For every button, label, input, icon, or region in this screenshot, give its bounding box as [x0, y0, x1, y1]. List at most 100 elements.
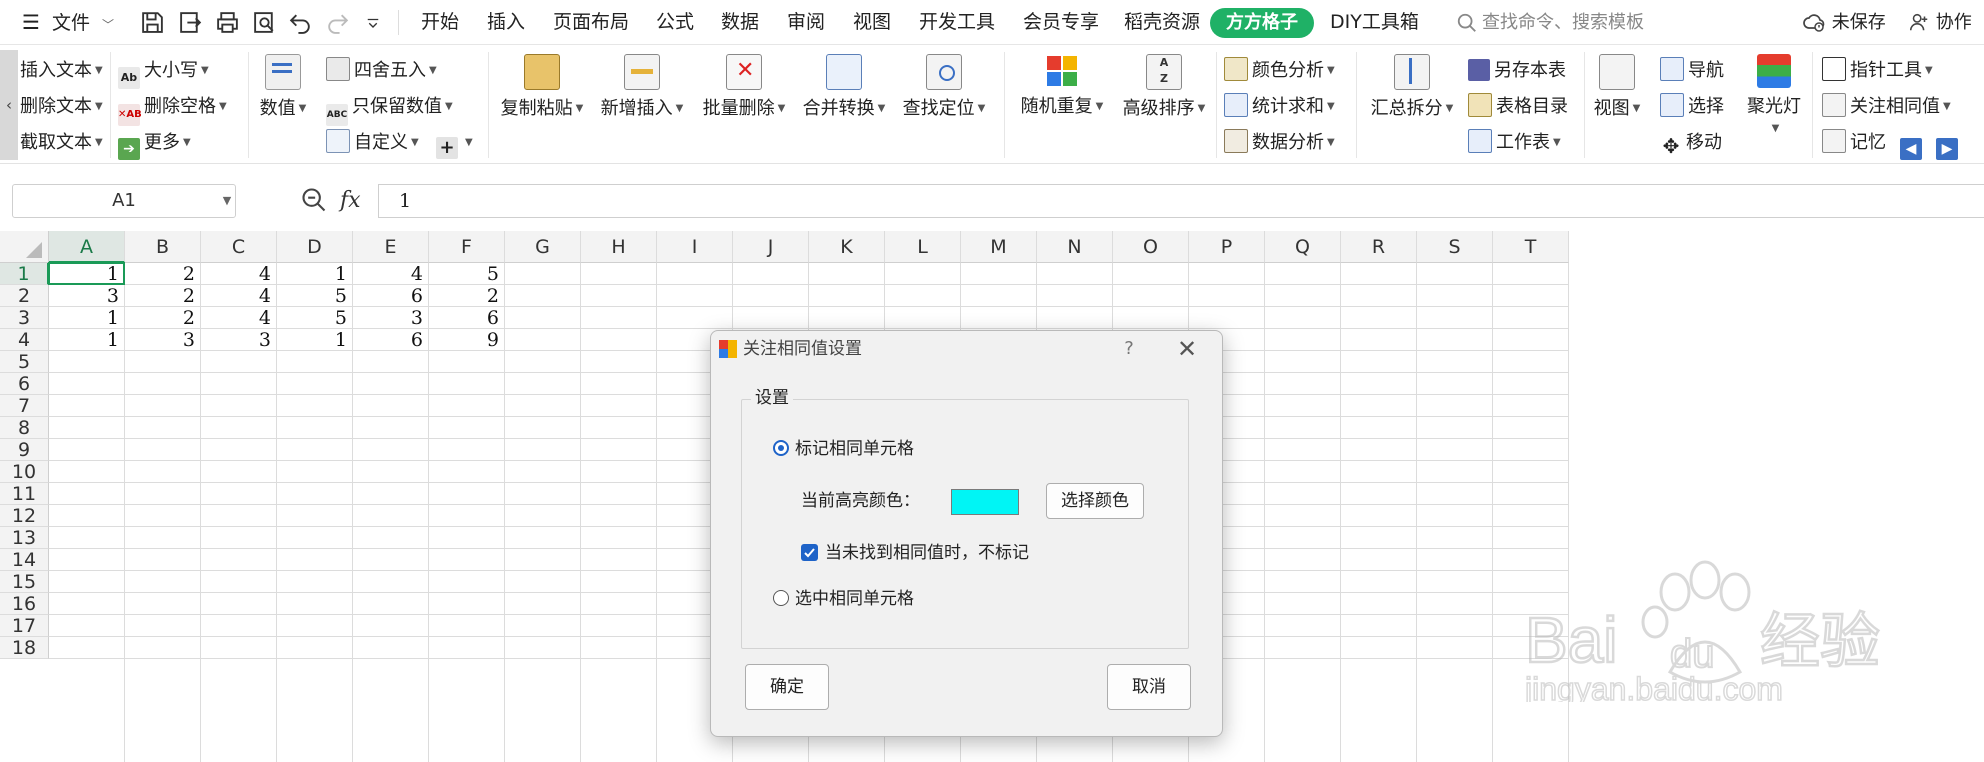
cell-D3[interactable]: 5 [277, 307, 353, 329]
find-locate-button[interactable]: 查找定位 ▼ [900, 54, 988, 120]
zoom-icon[interactable] [300, 186, 328, 214]
color-analysis-button[interactable]: 颜色分析 ▼ [1224, 56, 1335, 86]
row-header-15[interactable]: 15 [0, 571, 49, 593]
tab-home[interactable]: 开始 [421, 0, 459, 45]
tab-data[interactable]: 数据 [721, 0, 759, 45]
add-button[interactable]: + ▼ [436, 128, 473, 159]
tab-formulas[interactable]: 公式 [656, 0, 694, 45]
memory-button[interactable]: 记忆 [1822, 128, 1886, 158]
name-box[interactable]: A1 [12, 184, 236, 218]
cancel-button[interactable]: 取消 [1107, 664, 1191, 710]
fx-icon[interactable]: fx [340, 184, 361, 218]
tab-view[interactable]: 视图 [853, 0, 891, 45]
cell-D1[interactable]: 1 [277, 263, 353, 285]
tab-ffcell[interactable]: 方方格子 [1210, 8, 1314, 38]
cell-F1[interactable]: 5 [429, 263, 505, 285]
name-box-dropdown-icon[interactable]: ▼ [218, 184, 236, 218]
column-header-T[interactable]: T [1493, 231, 1569, 263]
select-button[interactable]: 选择 [1660, 92, 1724, 122]
save-icon[interactable] [140, 10, 165, 35]
row-header-7[interactable]: 7 [0, 395, 49, 417]
row-header-16[interactable]: 16 [0, 593, 49, 615]
tab-review[interactable]: 审阅 [787, 0, 825, 45]
tab-docer[interactable]: 稻壳资源 [1124, 0, 1200, 45]
cell-E2[interactable]: 6 [353, 285, 429, 307]
command-search[interactable]: 查找命令、搜索模板 [1456, 0, 1644, 45]
column-header-K[interactable]: K [809, 231, 885, 263]
column-header-P[interactable]: P [1189, 231, 1265, 263]
column-header-H[interactable]: H [581, 231, 657, 263]
column-header-D[interactable]: D [277, 231, 353, 263]
advanced-sort-button[interactable]: A Z 高级排序 ▼ [1120, 54, 1208, 120]
cell-B1[interactable]: 2 [125, 263, 201, 285]
cell-A2[interactable]: 3 [49, 285, 125, 307]
cell-A4[interactable]: 1 [49, 329, 125, 351]
column-header-G[interactable]: G [505, 231, 581, 263]
cell-D4[interactable]: 1 [277, 329, 353, 351]
tab-insert[interactable]: 插入 [487, 0, 525, 45]
sum-stats-button[interactable]: 统计求和 ▼ [1224, 92, 1335, 122]
column-header-I[interactable]: I [657, 231, 733, 263]
undo-icon[interactable] [288, 10, 313, 35]
spotlight-button[interactable]: 聚光灯 ▼ [1744, 54, 1804, 139]
print-icon[interactable] [215, 10, 240, 35]
collab-button[interactable]: 协作 [1908, 0, 1972, 45]
tab-page-layout[interactable]: 页面布局 [553, 0, 629, 45]
row-header-3[interactable]: 3 [0, 307, 49, 329]
row-header-11[interactable]: 11 [0, 483, 49, 505]
random-repeat-button[interactable]: 随机重复 ▼ [1018, 54, 1106, 118]
navigation-button[interactable]: 导航 [1660, 56, 1724, 86]
pointer-tool-button[interactable]: 指针工具 ▼ [1822, 56, 1933, 86]
move-button[interactable]: ✥ 移动 [1660, 128, 1722, 158]
row-header-6[interactable]: 6 [0, 373, 49, 395]
choose-color-button[interactable]: 选择颜色 [1046, 483, 1144, 519]
cell-F4[interactable]: 9 [429, 329, 505, 351]
row-header-2[interactable]: 2 [0, 285, 49, 307]
worksheet-button[interactable]: 工作表 ▼ [1468, 128, 1561, 158]
save-sheet-as-button[interactable]: 另存本表 [1468, 56, 1566, 86]
radio-select-same-cells[interactable]: 选中相同单元格 [773, 587, 973, 611]
row-header-12[interactable]: 12 [0, 505, 49, 527]
remove-spaces-button[interactable]: ✕AB 删除空格 ▼ [118, 92, 227, 126]
extract-text-button[interactable]: 截取文本 ▼ [20, 128, 103, 158]
watch-same-value-button[interactable]: 关注相同值 ▼ [1822, 92, 1951, 122]
tab-member[interactable]: 会员专享 [1023, 0, 1099, 45]
round-button[interactable]: 四舍五入 ▼ [326, 56, 437, 86]
insert-text-button[interactable]: 插入文本 ▼ [20, 56, 103, 86]
case-button[interactable]: Ab 大小写 ▼ [118, 56, 209, 89]
quick-access-dropdown-icon[interactable] [364, 10, 382, 35]
help-icon[interactable]: ? [1111, 331, 1147, 367]
column-header-J[interactable]: J [733, 231, 809, 263]
batch-delete-button[interactable]: ✕ 批量删除 ▼ [700, 54, 788, 120]
forward-button[interactable]: ▶ [1936, 128, 1960, 160]
column-header-A[interactable]: A [49, 231, 125, 263]
cell-E4[interactable]: 6 [353, 329, 429, 351]
ribbon-scroll-left-icon[interactable]: ‹ [0, 50, 18, 160]
keep-values-button[interactable]: ABC 只保留数值 ▼ [326, 92, 453, 126]
close-icon[interactable]: ✕ [1167, 331, 1207, 367]
sheet-toc-button[interactable]: 表格目录 [1468, 92, 1568, 122]
file-menu[interactable]: ☰ 文件 ﹀ [22, 0, 114, 45]
row-header-9[interactable]: 9 [0, 439, 49, 461]
cell-F3[interactable]: 6 [429, 307, 505, 329]
column-header-O[interactable]: O [1113, 231, 1189, 263]
column-header-Q[interactable]: Q [1265, 231, 1341, 263]
column-header-S[interactable]: S [1417, 231, 1493, 263]
cell-B4[interactable]: 3 [125, 329, 201, 351]
print-preview-icon[interactable] [252, 10, 277, 35]
cell-F2[interactable]: 2 [429, 285, 505, 307]
cell-B2[interactable]: 2 [125, 285, 201, 307]
column-header-E[interactable]: E [353, 231, 429, 263]
cell-E3[interactable]: 3 [353, 307, 429, 329]
tab-diy-toolbox[interactable]: DIY工具箱 [1330, 0, 1419, 45]
column-header-B[interactable]: B [125, 231, 201, 263]
column-header-N[interactable]: N [1037, 231, 1113, 263]
dialog-titlebar[interactable]: 关注相同值设置 ? ✕ [711, 331, 1222, 367]
ok-button[interactable]: 确定 [745, 664, 829, 710]
column-header-R[interactable]: R [1341, 231, 1417, 263]
more-button[interactable]: ➔ 更多 ▼ [118, 128, 191, 160]
cell-B3[interactable]: 2 [125, 307, 201, 329]
copy-paste-button[interactable]: 复制粘贴 ▼ [498, 54, 586, 120]
column-header-M[interactable]: M [961, 231, 1037, 263]
back-button[interactable]: ◀ [1900, 128, 1924, 160]
